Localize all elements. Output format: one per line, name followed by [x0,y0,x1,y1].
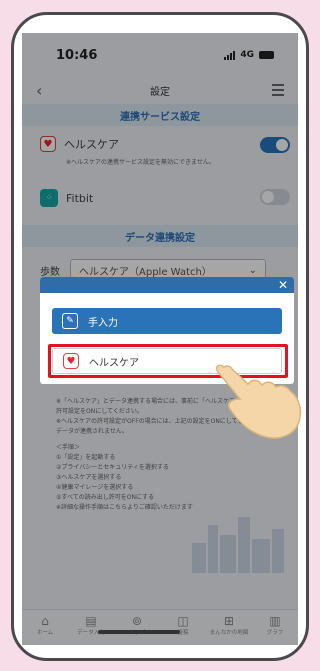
home-indicator[interactable] [98,630,180,634]
modal-header: ✕ [40,277,294,293]
manual-input-button[interactable]: ✎ 手入力 [52,308,282,334]
pencil-icon: ✎ [62,313,78,329]
manual-input-label: 手入力 [88,317,118,329]
close-icon[interactable]: ✕ [278,277,288,293]
pointing-hand-icon [215,364,302,439]
